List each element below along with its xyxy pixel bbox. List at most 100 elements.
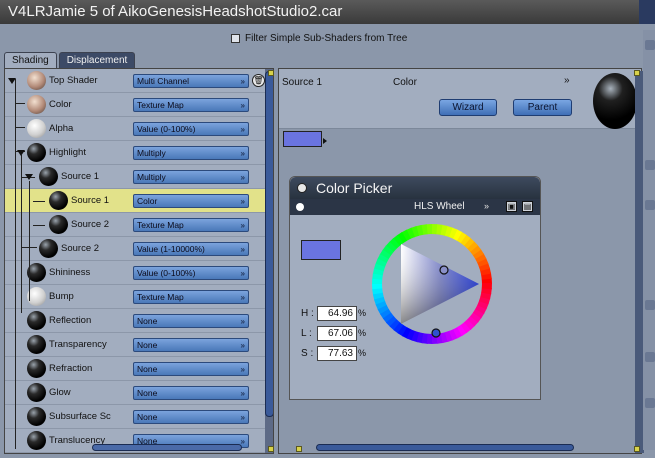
tree-row[interactable]: Color Texture Map » bbox=[5, 93, 267, 117]
saturation-input[interactable]: 77.63 bbox=[317, 346, 357, 361]
tree-row-label: Reflection bbox=[49, 315, 92, 326]
lightness-input[interactable]: 67.06 bbox=[317, 326, 357, 341]
shader-type-value: Multi Channel bbox=[137, 76, 189, 86]
filter-simple-subshaders[interactable]: Filter Simple Sub-Shaders from Tree bbox=[231, 31, 407, 45]
tree-grip-bottom[interactable] bbox=[268, 446, 274, 452]
shader-type-select[interactable]: None » bbox=[133, 338, 249, 352]
shader-type-select[interactable]: None » bbox=[133, 386, 249, 400]
expand-triangle-icon[interactable] bbox=[17, 150, 25, 156]
dropdown-chevron-icon: » bbox=[240, 365, 245, 374]
shader-type-select[interactable]: Color » bbox=[133, 194, 249, 208]
edge-handle-2[interactable] bbox=[645, 160, 655, 170]
save-icon[interactable]: ▣ bbox=[506, 201, 517, 212]
hue-marker-handle[interactable] bbox=[431, 328, 441, 338]
close-dot-icon[interactable] bbox=[297, 183, 307, 193]
hue-input[interactable]: 64.96 bbox=[317, 306, 357, 321]
hls-color-wheel[interactable] bbox=[370, 222, 494, 346]
tree-row[interactable]: Highlight Multiply » bbox=[5, 141, 267, 165]
shader-preview-icon bbox=[27, 143, 46, 162]
filter-checkbox[interactable] bbox=[231, 33, 240, 43]
wizard-button[interactable]: Wizard bbox=[439, 99, 497, 116]
color-picker-title-bar[interactable]: Color Picker bbox=[290, 177, 540, 199]
tree-row[interactable]: Reflection None » bbox=[5, 309, 267, 333]
color-picker-toolbar: HLS Wheel » ▣ ▤ bbox=[290, 199, 540, 215]
parent-button[interactable]: Parent bbox=[513, 99, 572, 116]
tree-grip-top[interactable] bbox=[268, 70, 274, 76]
shader-type-value: Multiply bbox=[137, 148, 166, 158]
shader-tabs: Shading Displacement bbox=[4, 52, 136, 68]
tree-row[interactable]: Refraction None » bbox=[5, 357, 267, 381]
shader-preview-icon bbox=[27, 335, 46, 354]
tab-shading[interactable]: Shading bbox=[4, 52, 57, 68]
shader-type-select[interactable]: Texture Map » bbox=[133, 98, 249, 112]
expand-triangle-icon[interactable] bbox=[8, 78, 16, 84]
edge-handle-6[interactable] bbox=[645, 398, 655, 408]
picker-mode-chevron-icon[interactable]: » bbox=[484, 199, 489, 214]
tree-row-label: Top Shader bbox=[49, 75, 98, 86]
tree-row[interactable]: Subsurface Sc None » bbox=[5, 405, 267, 429]
dropdown-chevron-icon: » bbox=[240, 77, 245, 86]
color-picker-window: Color Picker HLS Wheel » ▣ ▤ H : 64.96 %… bbox=[289, 176, 541, 400]
shader-type-select[interactable]: Multi Channel » bbox=[133, 74, 249, 88]
dropdown-chevron-icon: » bbox=[240, 389, 245, 398]
shader-type-select[interactable]: Texture Map » bbox=[133, 290, 249, 304]
detail-chevron-icon[interactable]: » bbox=[564, 75, 570, 86]
shader-type-value: Texture Map bbox=[137, 220, 184, 230]
tree-row[interactable]: Glow None » bbox=[5, 381, 267, 405]
detail-type-label[interactable]: Color bbox=[393, 77, 417, 88]
color-picker-title: Color Picker bbox=[316, 180, 393, 196]
tree-row-label: Highlight bbox=[49, 147, 86, 158]
tree-row-label: Color bbox=[49, 99, 72, 110]
tree-row-label: Transparency bbox=[49, 339, 107, 350]
tree-row[interactable]: Shininess Value (0-100%) » bbox=[5, 261, 267, 285]
tree-row[interactable]: Source 2 Value (1-10000%) » bbox=[5, 237, 267, 261]
shader-type-select[interactable]: None » bbox=[133, 410, 249, 424]
shader-type-select[interactable]: None » bbox=[133, 362, 249, 376]
tree-connector-line bbox=[15, 103, 25, 104]
detail-horizontal-scrollbar[interactable] bbox=[316, 444, 574, 451]
tree-row[interactable]: Top Shader Multi Channel » 🗑 bbox=[5, 69, 267, 93]
color-marker-handle[interactable] bbox=[439, 265, 449, 275]
detail-grip-top[interactable] bbox=[634, 70, 640, 76]
toolbar-dot-icon[interactable] bbox=[296, 203, 304, 211]
trash-icon[interactable]: 🗑 bbox=[252, 74, 265, 87]
edge-handle-5[interactable] bbox=[645, 352, 655, 362]
tree-horizontal-scrollbar[interactable] bbox=[92, 444, 242, 451]
color-swatch[interactable] bbox=[283, 131, 322, 147]
shader-tree-panel: Top Shader Multi Channel » 🗑 Color Texture Ma… bbox=[4, 68, 274, 454]
shader-type-select[interactable]: Multiply » bbox=[133, 170, 249, 184]
shader-type-select[interactable]: Texture Map » bbox=[133, 218, 249, 232]
edge-handle-4[interactable] bbox=[645, 300, 655, 310]
tree-row[interactable]: Source 1 Multiply » bbox=[5, 165, 267, 189]
saturation-label: S : bbox=[301, 348, 314, 359]
shader-type-select[interactable]: None » bbox=[133, 314, 249, 328]
tree-connector-line bbox=[15, 127, 25, 128]
shader-preview-sphere bbox=[593, 73, 637, 129]
shader-type-select[interactable]: Value (1-10000%) » bbox=[133, 242, 249, 256]
expand-triangle-icon[interactable] bbox=[25, 174, 33, 180]
detail-source-label: Source 1 bbox=[282, 77, 323, 88]
lightness-label: L : bbox=[301, 328, 312, 339]
dropdown-chevron-icon: » bbox=[240, 197, 245, 206]
picker-mode-label[interactable]: HLS Wheel bbox=[414, 199, 465, 215]
tree-vertical-scrollbar[interactable] bbox=[265, 71, 273, 417]
shader-preview-icon bbox=[27, 71, 46, 90]
shader-type-select[interactable]: Value (0-100%) » bbox=[133, 266, 249, 280]
tree-row[interactable]: Transparency None » bbox=[5, 333, 267, 357]
edge-handle-1[interactable] bbox=[645, 40, 655, 50]
tree-row[interactable]: Alpha Value (0-100%) » bbox=[5, 117, 267, 141]
shader-preview-icon bbox=[49, 215, 68, 234]
shader-type-select[interactable]: Value (0-100%) » bbox=[133, 122, 249, 136]
tab-displacement[interactable]: Displacement bbox=[58, 52, 136, 68]
folder-icon[interactable]: ▤ bbox=[522, 201, 533, 212]
detail-grip-left[interactable] bbox=[296, 446, 302, 452]
detail-grip-bottom[interactable] bbox=[634, 446, 640, 452]
tree-connector-line bbox=[21, 247, 37, 248]
dropdown-chevron-icon: » bbox=[240, 341, 245, 350]
tree-row-label: Source 2 bbox=[61, 243, 100, 254]
title-scroll-handle[interactable] bbox=[639, 0, 655, 24]
tree-row-label: Alpha bbox=[49, 123, 74, 134]
shader-type-select[interactable]: Multiply » bbox=[133, 146, 249, 160]
tree-row[interactable]: Bump Texture Map » bbox=[5, 285, 267, 309]
edge-handle-3[interactable] bbox=[645, 200, 655, 210]
